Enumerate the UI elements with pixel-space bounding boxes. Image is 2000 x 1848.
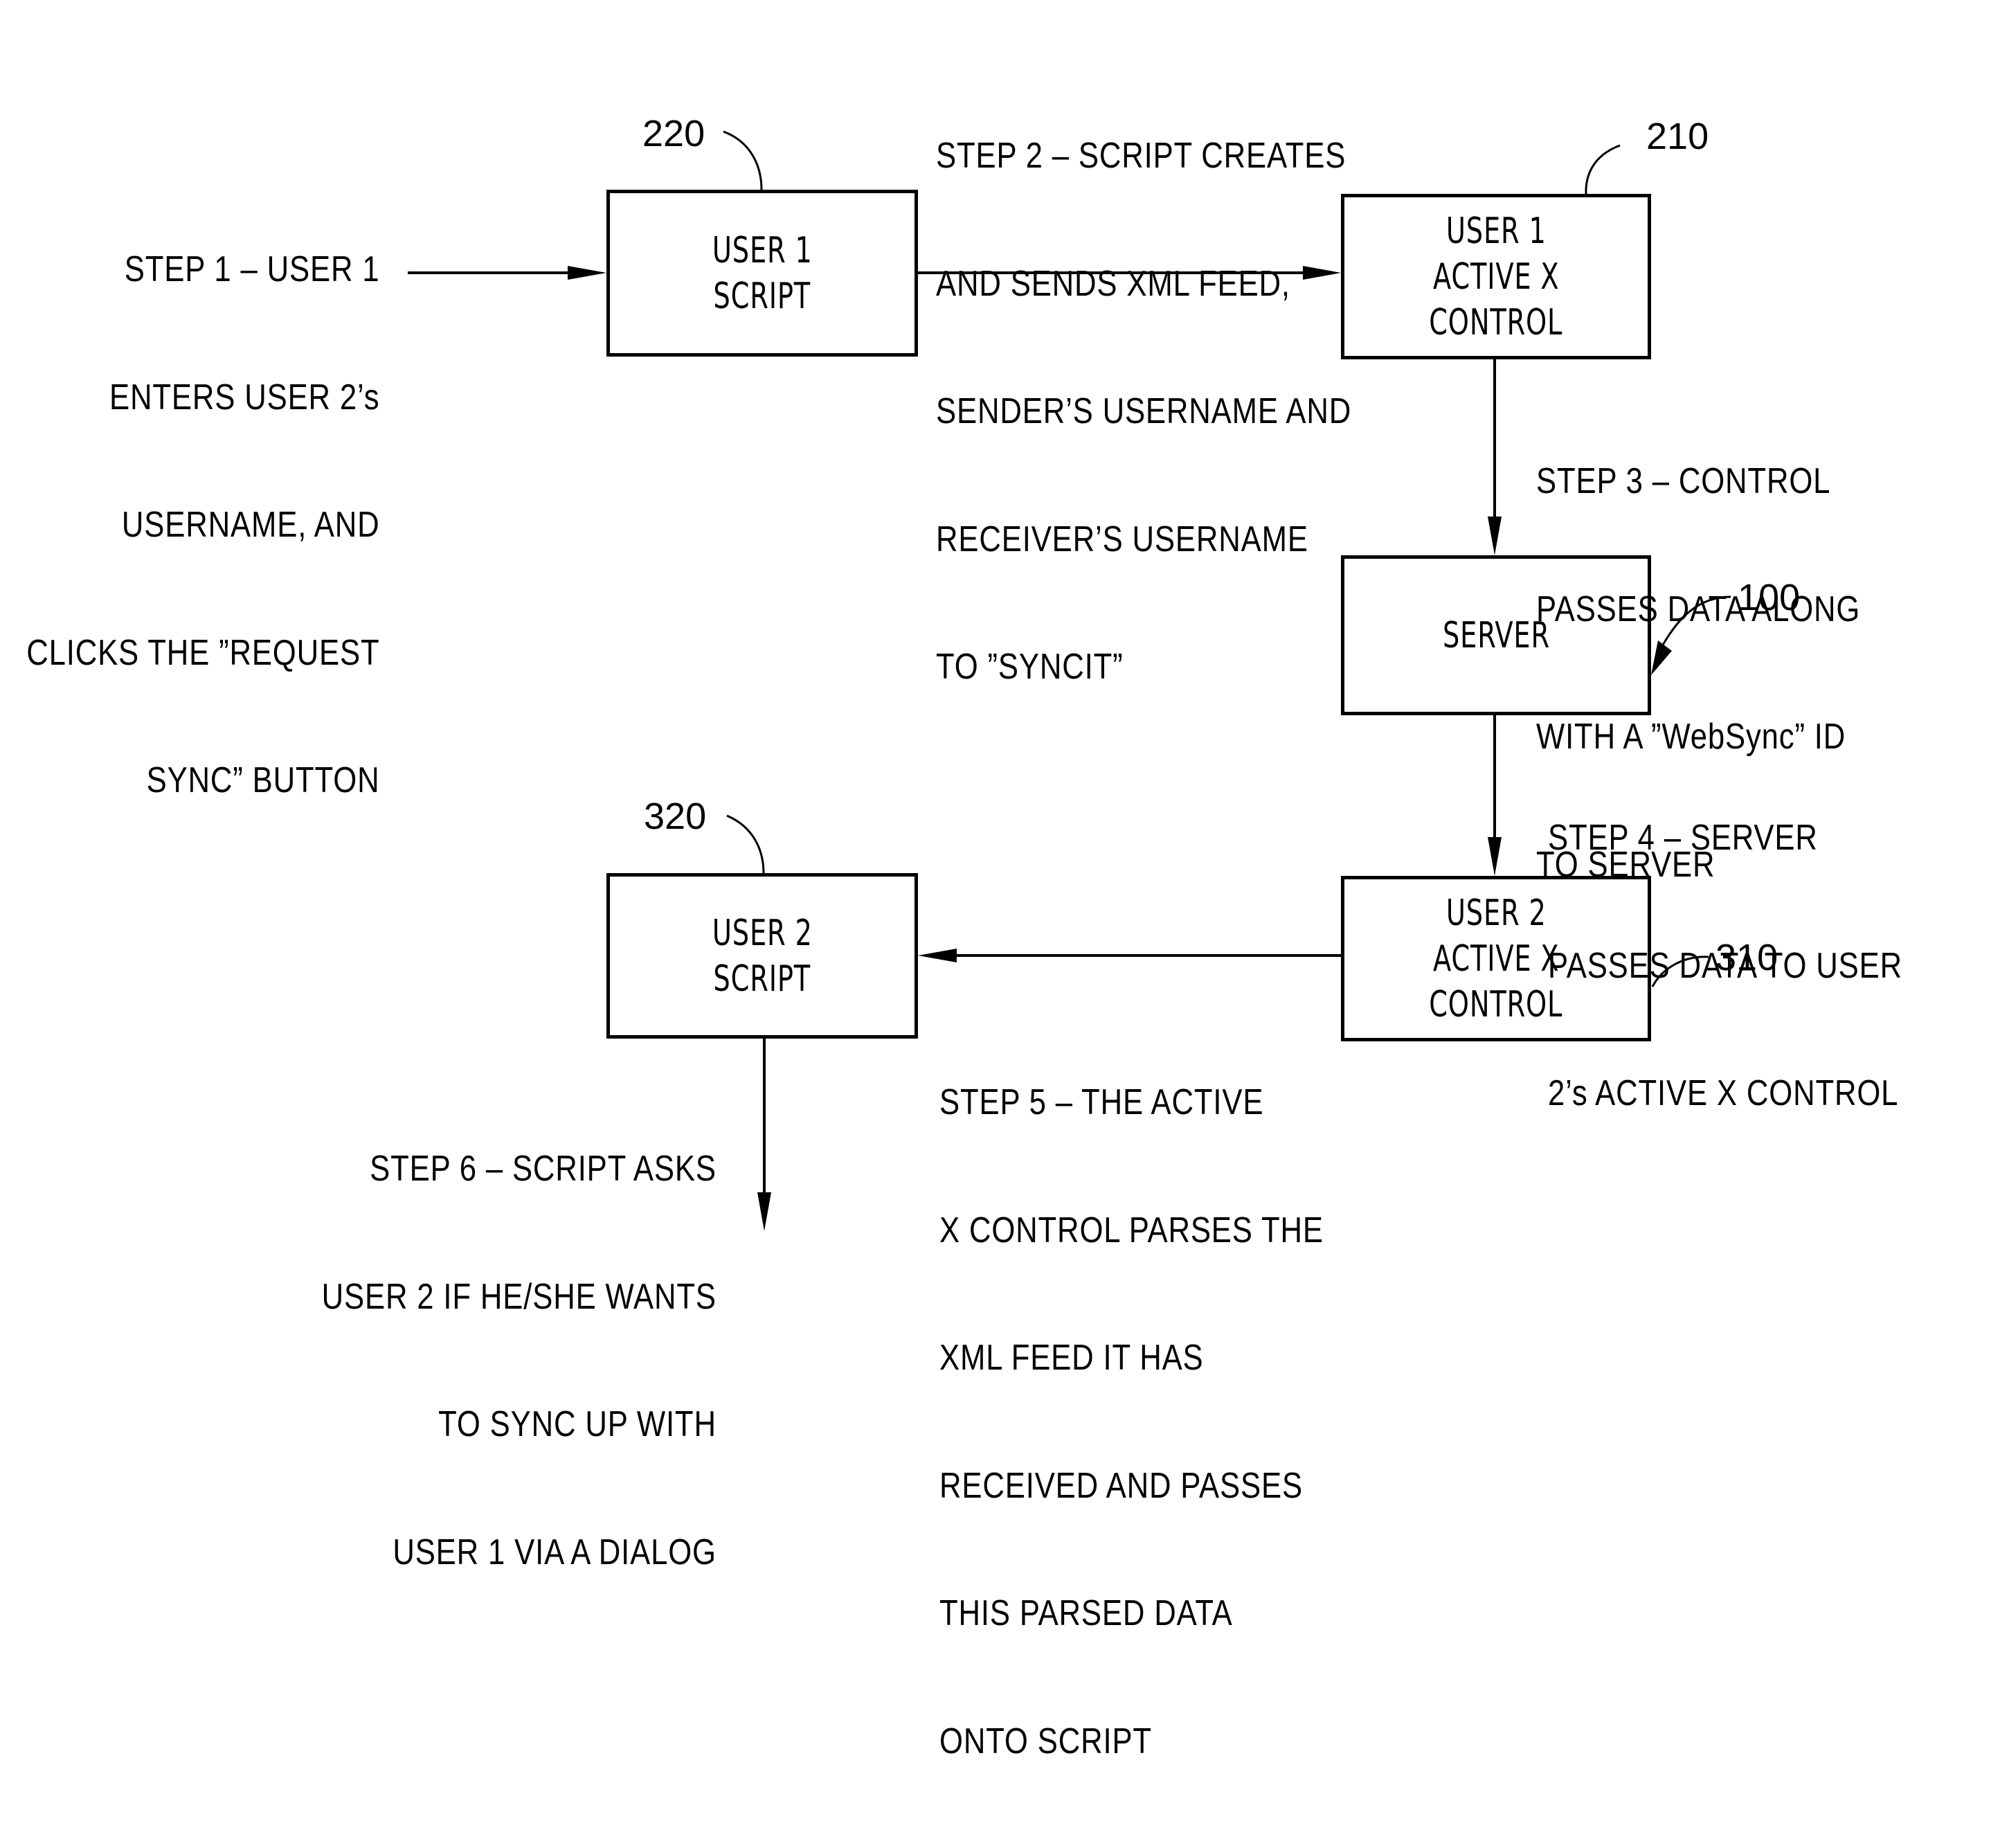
step-1-line: CLICKS THE ”REQUEST [26,632,379,673]
step-4-annotation: STEP 4 – SERVER PASSES DATA TO USER 2’s … [1548,732,1902,1201]
arrowhead-step-1 [568,266,606,280]
step-6-line: TO SYNC UP WITH [438,1404,717,1444]
node-user2-script-line-1: USER 2 [712,912,813,954]
step-2-line: SENDER’S USERNAME AND [936,391,1352,431]
leader-220 [723,130,763,190]
node-user2-script-line-2: SCRIPT [713,958,811,1000]
step-5-annotation: STEP 5 – THE ACTIVE X CONTROL PARSES THE… [939,996,1324,1848]
node-user1-script: USER 1 SCRIPT [606,190,918,357]
node-user1-activex-line-1: USER 1 [1445,210,1547,252]
ref-label-220: 220 [642,113,705,154]
step-6-annotation: STEP 6 – SCRIPT ASKS USER 2 IF HE/SHE WA… [322,1063,717,1659]
node-user2-script: USER 2 SCRIPT [606,873,918,1039]
step-5-line: XML FEED IT HAS [939,1338,1204,1378]
node-user1-activex-control: USER 1 ACTIVE X CONTROL [1341,194,1651,359]
step-5-line: STEP 5 – THE ACTIVE [939,1082,1264,1122]
node-user1-activex-line-2: ACTIVE X [1432,255,1560,298]
step-1-line: USERNAME, AND [121,505,379,545]
step-1-annotation: STEP 1 – USER 1 ENTERS USER 2’s USERNAME… [26,163,379,888]
step-5-line: RECEIVED AND PASSES [939,1465,1303,1506]
node-server-label: SERVER [1442,614,1550,656]
step-2-line: RECEIVER’S USERNAME [936,519,1308,559]
step-3-line: STEP 3 – CONTROL [1536,461,1831,501]
step-2-line: TO ”SYNCIT” [936,647,1124,687]
step-6-line: STEP 6 – SCRIPT ASKS [370,1149,717,1189]
node-user1-script-line-2: SCRIPT [713,275,811,317]
step-6-line: USER 2 IF HE/SHE WANTS [321,1276,717,1317]
step-1-line: SYNC” BUTTON [146,760,380,800]
step-2-line: AND SENDS XML FEED, [936,263,1290,304]
arrowhead-step-4 [1488,837,1502,876]
node-user1-script-line-1: USER 1 [712,229,813,271]
flow-diagram: USER 1 SCRIPT USER 1 ACTIVE X CONTROL SE… [0,0,2000,1761]
step-4-line: PASSES DATA TO USER [1548,945,1902,986]
arrowhead-step-3 [1488,517,1502,555]
step-4-line: STEP 4 – SERVER [1548,818,1818,858]
step-5-line: X CONTROL PARSES THE [939,1210,1324,1250]
ref-label-210: 210 [1646,116,1709,157]
arrowhead-step-5 [918,949,957,962]
step-3-line: PASSES DATA ALONG [1536,589,1861,629]
node-user2-activex-line-1: USER 2 [1445,892,1547,934]
leader-320 [726,814,765,874]
step-5-line: THIS PARSED DATA [939,1593,1233,1633]
step-4-line: 2’s ACTIVE X CONTROL [1548,1073,1899,1113]
ref-label-320: 320 [644,796,707,837]
node-user1-activex-line-3: CONTROL [1429,301,1563,343]
step-6-line: USER 1 VIA A DIALOG [393,1532,717,1572]
step-5-line: ONTO SCRIPT [939,1721,1152,1761]
leader-210 [1585,144,1621,195]
step-1-line: STEP 1 – USER 1 [124,249,379,289]
arrowhead-step-6 [757,1192,771,1231]
step-1-line: ENTERS USER 2’s [109,377,379,418]
step-2-line: STEP 2 – SCRIPT CREATES [936,136,1346,176]
step-2-annotation: STEP 2 – SCRIPT CREATES AND SENDS XML FE… [936,50,1351,774]
node-user2-activex-line-3: CONTROL [1429,983,1563,1025]
